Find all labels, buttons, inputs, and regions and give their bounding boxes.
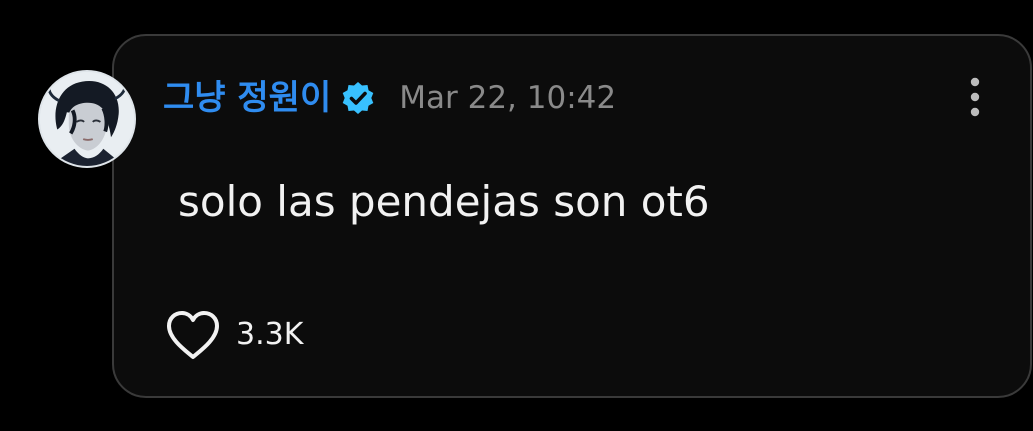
more-vertical-icon[interactable] bbox=[968, 76, 982, 118]
screen: 그냥 정원이 Mar 22, 10:42 solo las pendejas s… bbox=[0, 0, 1033, 431]
post-timestamp: Mar 22, 10:42 bbox=[399, 80, 617, 116]
post-card: 그냥 정원이 Mar 22, 10:42 solo las pendejas s… bbox=[112, 34, 1032, 398]
verified-badge-icon bbox=[341, 81, 375, 115]
post-actions: 3.3K bbox=[164, 308, 303, 362]
username[interactable]: 그냥 정원이 bbox=[163, 78, 331, 118]
post-text: solo las pendejas son ot6 bbox=[178, 177, 710, 226]
like-count: 3.3K bbox=[236, 317, 304, 352]
post-header: 그냥 정원이 Mar 22, 10:42 bbox=[163, 78, 616, 118]
profile-avatar[interactable] bbox=[38, 70, 136, 168]
heart-outline-icon[interactable] bbox=[164, 308, 222, 362]
